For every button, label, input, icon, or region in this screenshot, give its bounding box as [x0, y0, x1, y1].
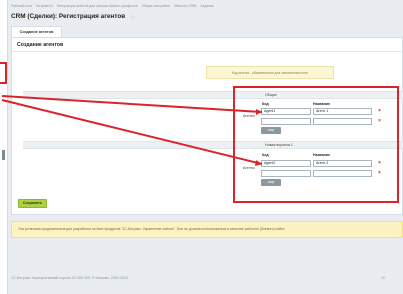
footer: 1С-Битрикс: Корпоративный портал 24.300.… [11, 276, 386, 280]
footer-copyright: 1С-Битрикс: Корпоративный портал 24.300.… [11, 276, 129, 280]
annotation-arrows [1, 95, 263, 166]
arrow-head-icon [256, 109, 262, 115]
footer-link[interactable]: 1С [381, 276, 386, 280]
dev-warning: Эта установка предназначена для разработ… [11, 221, 403, 238]
